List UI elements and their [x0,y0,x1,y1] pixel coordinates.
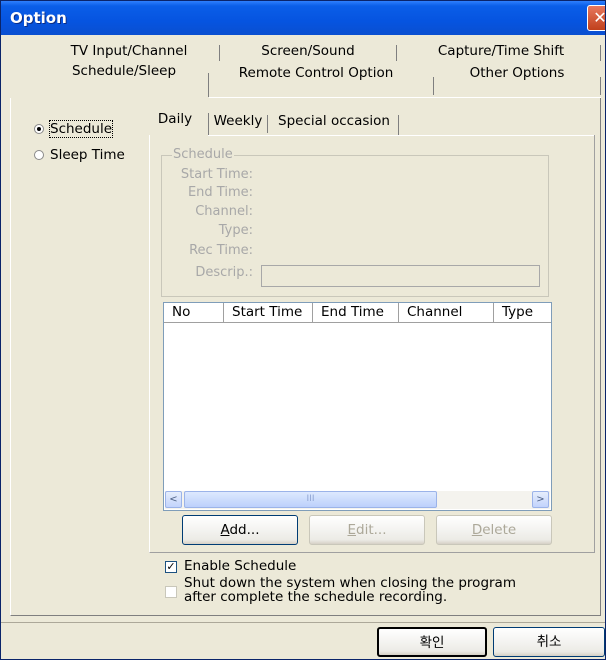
enable-schedule-label: Enable Schedule [184,558,297,574]
radio-sleep-time-label: Sleep Time [50,147,125,163]
schedule-group-title: Schedule [172,147,234,162]
scrollbar-thumb[interactable]: III [184,491,437,508]
tab-divider [208,73,209,97]
column-header-type[interactable]: Type [494,303,551,323]
subtab-divider [398,115,399,135]
ok-button[interactable]: 확인 [377,627,487,657]
rec-time-label: Rec Time: [189,243,253,258]
delete-mnemonic: D [471,522,483,538]
column-header-start-time[interactable]: Start Time [224,303,313,323]
edit-mnemonic: E [347,522,357,538]
descrip-label: Descrip.: [195,265,253,280]
tab-schedule-sleep[interactable]: Schedule/Sleep [49,63,199,79]
channel-label: Channel: [195,204,253,219]
delete-label: elete [482,522,517,538]
column-header-no[interactable]: No [164,303,224,323]
footer-divider [1,622,605,623]
tab-divider [433,77,434,95]
add-label: dd... [229,522,260,538]
tab-other-options[interactable]: Other Options [447,65,587,81]
edit-label: dit... [356,522,387,538]
cancel-button[interactable]: 취소 [493,627,605,657]
horizontal-scrollbar[interactable]: < III > [165,491,550,509]
scroll-left-icon[interactable]: < [165,491,182,508]
enable-schedule-checkbox[interactable]: ✓ [165,561,177,573]
window-title: Option [10,9,67,27]
radio-unselected-icon [34,150,44,160]
subtab-daily[interactable]: Daily [151,111,199,127]
radio-schedule-label: Schedule [48,120,114,138]
tab-divider [600,77,601,95]
edit-button[interactable]: Edit... [309,515,425,545]
radio-selected-icon [34,124,44,134]
tab-divider [600,45,601,61]
shutdown-checkbox[interactable] [165,586,177,598]
tab-capture-time-shift[interactable]: Capture/Time Shift [421,43,581,59]
option-dialog: Option ✕ TV Input/Channel Screen/Sound C… [0,0,606,660]
column-header-end-time[interactable]: End Time [313,303,399,323]
type-label: Type: [218,223,253,238]
tab-divider [396,45,397,61]
column-header-channel[interactable]: Channel [399,303,494,323]
subtab-divider [267,115,268,133]
title-bar[interactable]: Option ✕ [1,1,605,35]
schedule-table[interactable]: No Start Time End Time Channel Type < II… [163,302,552,511]
scroll-right-icon[interactable]: > [532,491,549,508]
add-button[interactable]: Add... [182,515,298,545]
check-icon: ✓ [166,560,176,573]
tab-screen-sound[interactable]: Screen/Sound [233,43,383,59]
start-time-label: Start Time: [180,167,253,182]
close-icon[interactable]: ✕ [587,5,605,31]
end-time-label: End Time: [187,185,253,200]
subtab-divider [208,113,209,135]
tab-divider [219,45,220,61]
subtab-weekly[interactable]: Weekly [212,113,264,129]
descrip-field [261,265,540,287]
shutdown-label-line2: after complete the schedule recording. [184,589,448,605]
subtab-special-occasion[interactable]: Special occasion [273,113,395,129]
tab-remote-control-option[interactable]: Remote Control Option [221,65,411,81]
delete-button[interactable]: Delete [436,515,552,545]
tab-tv-input-channel[interactable]: TV Input/Channel [59,43,199,59]
